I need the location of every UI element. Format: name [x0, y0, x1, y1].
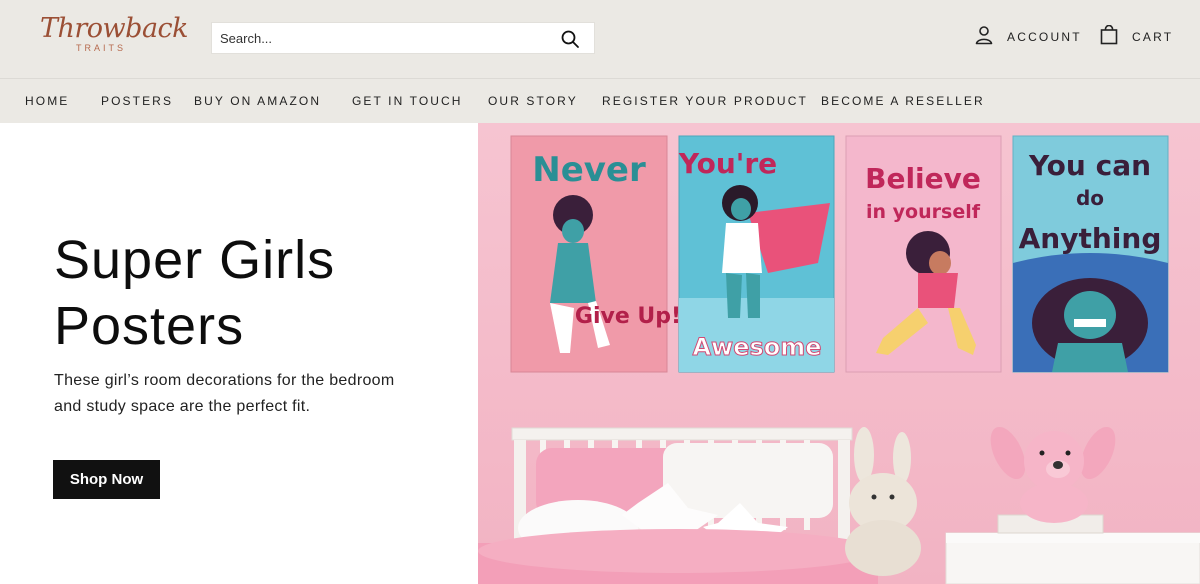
site-header: Throwback TRAITS ACCOUNT CART	[0, 0, 1200, 78]
poster-4-middle-text: do	[1076, 186, 1104, 210]
hero-image: Never Give Up! You're Awesome Believe in	[478, 123, 1200, 584]
shopping-bag-icon	[1100, 24, 1118, 50]
account-link[interactable]: ACCOUNT	[975, 25, 1082, 50]
poster-2-top-text: You're	[678, 147, 777, 180]
poster-you-can-do-anything: You can do Anything	[1012, 135, 1169, 373]
poster-never-give-up: Never Give Up!	[510, 135, 681, 373]
hero-description: These girl’s room decorations for the be…	[54, 372, 395, 415]
nav-item-register-product[interactable]: REGISTER YOUR PRODUCT	[602, 94, 808, 108]
main-navigation: HOME POSTERS BUY ON AMAZON GET IN TOUCH …	[0, 78, 1200, 123]
poster-2-bottom-text: Awesome	[692, 333, 821, 361]
poster-1-top-text: Never	[532, 150, 646, 190]
poster-3-bottom-text: in yourself	[866, 201, 981, 223]
search-box	[211, 22, 595, 54]
poster-3-top-text: Believe	[865, 162, 981, 195]
nav-item-get-in-touch[interactable]: GET IN TOUCH	[352, 94, 463, 108]
logo-wordmark: Throwback	[40, 13, 189, 44]
poster-4-bottom-text: Anything	[1019, 222, 1162, 255]
poster-1-bottom-text: Give Up!	[575, 304, 681, 329]
hero-title-line2: Posters	[54, 296, 245, 356]
nav-item-our-story[interactable]: OUR STORY	[488, 94, 578, 108]
cart-link[interactable]: CART	[1100, 24, 1174, 50]
search-input[interactable]	[212, 23, 542, 53]
account-label: ACCOUNT	[1007, 30, 1082, 44]
hero-title-line1: Super Girls	[54, 230, 336, 290]
poster-youre-awesome: You're Awesome	[678, 135, 835, 373]
cart-label: CART	[1132, 30, 1174, 44]
logo-subtitle: TRAITS	[75, 43, 126, 53]
search-icon[interactable]	[560, 29, 580, 49]
nav-item-home[interactable]: HOME	[25, 94, 69, 108]
nav-item-buy-on-amazon[interactable]: BUY ON AMAZON	[194, 94, 321, 108]
poster-4-top-text: You can	[1028, 149, 1151, 182]
nav-item-become-reseller[interactable]: BECOME A RESELLER	[821, 94, 985, 108]
hero-title: Super Girls Posters	[54, 227, 454, 359]
hero-text-panel: Super Girls Posters These girl’s room de…	[0, 123, 478, 584]
nav-item-posters[interactable]: POSTERS	[101, 94, 173, 108]
logo[interactable]: Throwback TRAITS	[40, 13, 189, 62]
poster-believe-in-yourself: Believe in yourself	[845, 135, 1002, 373]
shop-now-button[interactable]: Shop Now	[53, 460, 160, 499]
user-icon	[975, 25, 993, 50]
